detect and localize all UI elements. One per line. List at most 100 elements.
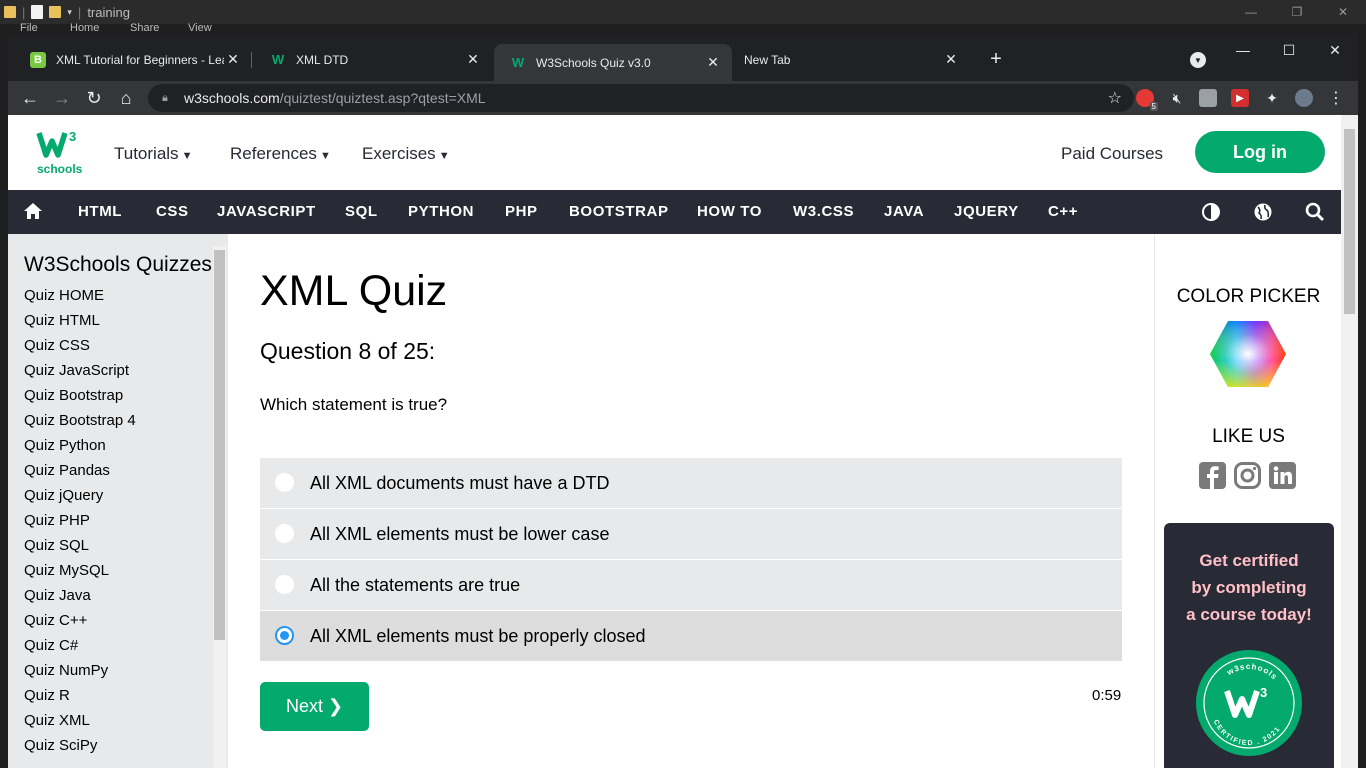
sidebar-item-quiz-php[interactable]: Quiz PHP bbox=[24, 511, 136, 536]
color-picker-hexagon-icon[interactable] bbox=[1209, 320, 1287, 388]
new-tab-plus-icon[interactable]: + bbox=[986, 48, 1006, 71]
forward-arrow-icon[interactable]: → bbox=[50, 86, 74, 110]
browser-maximize-button[interactable]: ☐ bbox=[1266, 42, 1312, 59]
facebook-icon[interactable] bbox=[1199, 462, 1226, 489]
os-close-button[interactable]: ✕ bbox=[1320, 0, 1366, 24]
address-bar[interactable]: 🔒︎ w3schools.com/quiztest/quiztest.asp?q… bbox=[148, 84, 1134, 112]
sidebar-item-quiz-scipy[interactable]: Quiz SciPy bbox=[24, 736, 136, 761]
radio-button[interactable] bbox=[275, 575, 294, 594]
w3schools-logo[interactable]: 3 schools bbox=[36, 129, 86, 177]
tab-close-icon[interactable]: ✕ bbox=[942, 51, 960, 68]
sidebar-item-quiz-bootstrap[interactable]: Quiz Bootstrap bbox=[24, 386, 136, 411]
nav-w3css[interactable]: W3.CSS bbox=[793, 203, 854, 220]
answer-option[interactable]: All the statements are true bbox=[260, 560, 1122, 610]
sidebar-item-quiz-r[interactable]: Quiz R bbox=[24, 686, 136, 711]
radio-button-checked[interactable] bbox=[275, 626, 294, 645]
sidebar-item-quiz-javascript[interactable]: Quiz JavaScript bbox=[24, 361, 136, 386]
tab-close-icon[interactable]: ✕ bbox=[464, 51, 482, 68]
tab-new-tab[interactable]: New Tab ✕ bbox=[732, 44, 970, 75]
nav-html[interactable]: HTML bbox=[78, 203, 122, 220]
bookmark-star-icon[interactable]: ☆ bbox=[1108, 88, 1122, 108]
sidebar-item-quiz-numpy[interactable]: Quiz NumPy bbox=[24, 661, 136, 686]
nav-php[interactable]: PHP bbox=[505, 203, 538, 220]
sidebar-item-quiz-bootstrap4[interactable]: Quiz Bootstrap 4 bbox=[24, 411, 136, 436]
ribbon-tab-file[interactable]: File bbox=[20, 22, 38, 34]
home-icon[interactable] bbox=[23, 201, 43, 221]
sidebar-item-quiz-java[interactable]: Quiz Java bbox=[24, 586, 136, 611]
ribbon-tab-share[interactable]: Share bbox=[130, 22, 159, 34]
search-icon[interactable] bbox=[1305, 202, 1325, 222]
new-folder-icon[interactable] bbox=[49, 6, 62, 18]
adblock-extension-icon[interactable]: 5 bbox=[1136, 89, 1158, 111]
tab-close-icon[interactable]: ✕ bbox=[224, 51, 242, 68]
ribbon-tab-view[interactable]: View bbox=[188, 22, 212, 34]
tab-xml-dtd[interactable]: W XML DTD ✕ bbox=[254, 44, 492, 75]
reload-icon[interactable]: ↻ bbox=[82, 86, 106, 110]
sidebar-item-quiz-html[interactable]: Quiz HTML bbox=[24, 311, 136, 336]
tab-search-icon[interactable]: ▼ bbox=[1190, 52, 1206, 68]
sidebar-item-quiz-python[interactable]: Quiz Python bbox=[24, 436, 136, 461]
nav-javascript[interactable]: JAVASCRIPT bbox=[217, 203, 316, 220]
sidebar-item-quiz-xml[interactable]: Quiz XML bbox=[24, 711, 136, 736]
tab-label: W3Schools Quiz v3.0 bbox=[536, 55, 651, 70]
tab-close-icon[interactable]: ✕ bbox=[704, 54, 722, 71]
nav-cpp[interactable]: C++ bbox=[1048, 203, 1078, 220]
answer-option-selected[interactable]: All XML elements must be properly closed bbox=[260, 611, 1122, 661]
sidebar-item-quiz-mysql[interactable]: Quiz MySQL bbox=[24, 561, 136, 586]
tab-w3schools-quiz[interactable]: W W3Schools Quiz v3.0 ✕ bbox=[494, 44, 732, 81]
page-scrollbar[interactable] bbox=[1341, 115, 1358, 768]
quiz-sidebar: W3Schools Quizzes Quiz HOME Quiz HTML Qu… bbox=[8, 234, 228, 768]
browser-close-button[interactable]: ✕ bbox=[1312, 42, 1358, 59]
mute-tab-icon[interactable]: 🔇︎ bbox=[1168, 89, 1186, 107]
page-scrollbar-thumb[interactable] bbox=[1344, 129, 1355, 314]
kebab-menu-icon[interactable]: ⋮ bbox=[1327, 89, 1345, 107]
quick-access-dropdown-icon[interactable]: ▾ bbox=[67, 7, 72, 18]
video-extension-icon[interactable]: ▶ bbox=[1231, 89, 1249, 107]
sidebar-item-quiz-cpp[interactable]: Quiz C++ bbox=[24, 611, 136, 636]
linkedin-icon[interactable] bbox=[1269, 462, 1296, 489]
back-arrow-icon[interactable]: ← bbox=[18, 86, 42, 110]
sidebar-item-quiz-jquery[interactable]: Quiz jQuery bbox=[24, 486, 136, 511]
browser-toolbar: ← → ↻ ⌂ 🔒︎ w3schools.com/quiztest/quizte… bbox=[8, 81, 1358, 115]
nav-css[interactable]: CSS bbox=[156, 203, 189, 220]
nav-jquery[interactable]: JQUERY bbox=[954, 203, 1019, 220]
sidebar-item-quiz-home[interactable]: Quiz HOME bbox=[24, 286, 136, 311]
home-icon[interactable]: ⌂ bbox=[114, 86, 138, 110]
page-viewport: 3 schools Tutorials ▼ References ▼ Exercis… bbox=[8, 115, 1358, 768]
answer-option[interactable]: All XML elements must be lower case bbox=[260, 509, 1122, 559]
nav-python[interactable]: PYTHON bbox=[408, 203, 474, 220]
instagram-icon[interactable] bbox=[1234, 462, 1261, 489]
radio-button[interactable] bbox=[275, 524, 294, 543]
puzzle-extensions-icon[interactable]: ✦ bbox=[1263, 89, 1281, 107]
paid-courses-link[interactable]: Paid Courses bbox=[1061, 144, 1163, 164]
nav-sql[interactable]: SQL bbox=[345, 203, 378, 220]
login-button[interactable]: Log in bbox=[1195, 131, 1325, 173]
sidebar-item-quiz-csharp[interactable]: Quiz C# bbox=[24, 636, 136, 661]
tab-xml-tutorial[interactable]: B XML Tutorial for Beginners - Lea ✕ bbox=[14, 44, 252, 75]
sidebar-item-quiz-sql[interactable]: Quiz SQL bbox=[24, 536, 136, 561]
ribbon-tab-home[interactable]: Home bbox=[70, 22, 99, 34]
sidebar-item-quiz-pandas[interactable]: Quiz Pandas bbox=[24, 461, 136, 486]
globe-icon[interactable] bbox=[1253, 202, 1273, 222]
nav-java[interactable]: JAVA bbox=[884, 203, 924, 220]
nav-tutorials[interactable]: Tutorials ▼ bbox=[114, 144, 192, 164]
next-button[interactable]: Next ❯ bbox=[260, 682, 369, 731]
nav-bootstrap[interactable]: BOOTSTRAP bbox=[569, 203, 669, 220]
nav-howto[interactable]: HOW TO bbox=[697, 203, 762, 220]
nav-references[interactable]: References ▼ bbox=[230, 144, 331, 164]
os-minimize-button[interactable]: — bbox=[1228, 0, 1274, 24]
sidebar-item-quiz-css[interactable]: Quiz CSS bbox=[24, 336, 136, 361]
sidebar-scrollbar-thumb[interactable] bbox=[214, 250, 225, 640]
extension-icon[interactable] bbox=[1199, 89, 1217, 107]
sidebar-scrollbar[interactable] bbox=[213, 246, 226, 768]
certification-promo[interactable]: Get certified by completing a course tod… bbox=[1164, 523, 1334, 768]
os-restore-button[interactable]: ❐ bbox=[1274, 0, 1320, 24]
lock-icon[interactable]: 🔒︎ bbox=[162, 92, 172, 104]
answer-option[interactable]: All XML documents must have a DTD bbox=[260, 458, 1122, 508]
radio-button[interactable] bbox=[275, 473, 294, 492]
properties-icon[interactable] bbox=[31, 5, 44, 19]
nav-exercises[interactable]: Exercises ▼ bbox=[362, 144, 450, 164]
profile-avatar[interactable] bbox=[1295, 89, 1313, 107]
contrast-icon[interactable] bbox=[1201, 202, 1221, 222]
browser-minimize-button[interactable]: — bbox=[1220, 42, 1266, 58]
